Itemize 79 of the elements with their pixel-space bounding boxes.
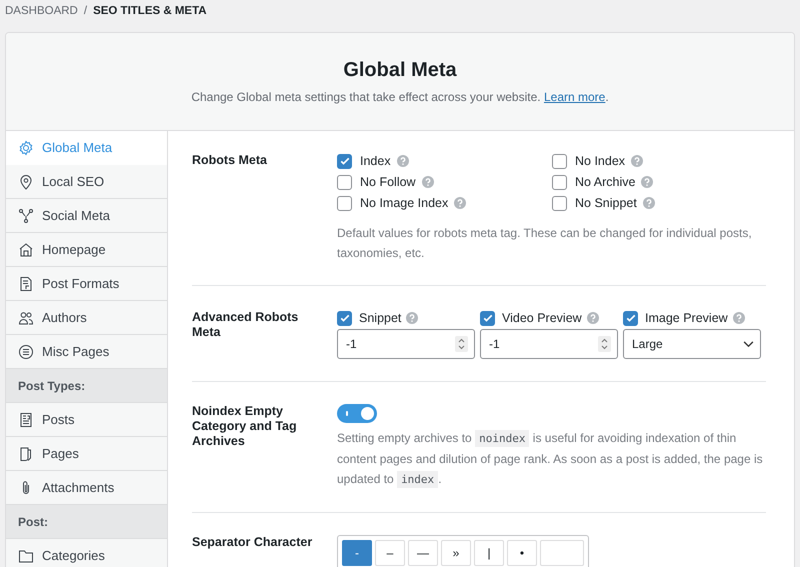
map-pin-icon <box>18 174 34 190</box>
sidebar-item[interactable]: Local SEO <box>6 165 167 199</box>
house-icon <box>18 242 34 258</box>
separator-option[interactable]: • <box>507 540 537 566</box>
chevron-down-icon <box>743 340 754 348</box>
sidebar-item[interactable]: Social Meta <box>6 199 167 233</box>
sidebar-item[interactable]: Pages <box>6 437 167 471</box>
setting-label: Advanced Robots Meta <box>192 310 300 341</box>
sidebar-item[interactable]: Posts <box>6 403 167 437</box>
help-icon[interactable] <box>631 155 644 167</box>
document-icon <box>18 276 34 292</box>
gear-icon <box>18 140 34 156</box>
checkmark-icon <box>624 312 636 324</box>
sidebar-item[interactable]: Attachments <box>6 471 167 505</box>
checkbox[interactable] <box>623 310 638 326</box>
checkbox[interactable] <box>337 154 352 168</box>
checkbox[interactable] <box>552 196 567 210</box>
toggle-switch[interactable] <box>337 404 377 423</box>
help-icon[interactable] <box>642 197 655 209</box>
checkbox-label[interactable]: Image Preview <box>645 311 728 325</box>
separator-option[interactable]: - <box>342 540 372 566</box>
separator-option[interactable]: — <box>408 540 438 566</box>
checkbox-label[interactable]: Video Preview <box>502 311 582 325</box>
checkbox[interactable] <box>480 310 495 326</box>
checkmark-icon <box>482 312 494 324</box>
checkbox-label[interactable]: No Archive <box>575 175 636 189</box>
checkbox-label[interactable]: No Snippet <box>575 196 637 210</box>
newspaper-icon <box>18 412 34 428</box>
checkbox[interactable] <box>337 174 352 190</box>
checkmark-icon <box>338 155 350 167</box>
help-icon[interactable] <box>586 312 599 324</box>
sidebar-item[interactable]: Authors <box>6 301 167 335</box>
custom-separator-field[interactable] <box>540 540 584 566</box>
setting-label: Noindex Empty Category and Tag Archives <box>192 404 298 450</box>
sidebar-item[interactable]: Post Formats <box>6 267 167 301</box>
help-icon[interactable] <box>406 312 418 324</box>
help-icon[interactable] <box>641 176 654 188</box>
checkbox[interactable] <box>337 310 352 326</box>
help-icon[interactable] <box>422 176 434 188</box>
separator-option[interactable]: – <box>375 540 405 566</box>
checkbox[interactable] <box>337 196 352 210</box>
page-title: Global Meta <box>343 59 457 82</box>
sidebar-item[interactable]: Misc Pages <box>6 335 167 369</box>
list-icon <box>18 344 34 360</box>
learn-more-link[interactable]: Learn more <box>544 90 606 104</box>
sidebar-item[interactable]: Homepage <box>6 233 167 267</box>
setting-label: Robots Meta <box>192 153 268 169</box>
number-input[interactable]: -1 <box>337 329 475 359</box>
checkbox[interactable] <box>552 174 567 190</box>
page-description: Change Global meta settings that take effect across your website. Learn more. <box>191 90 609 104</box>
checkbox-label[interactable]: No Follow <box>360 175 416 189</box>
page-icon <box>18 446 34 462</box>
breadcrumb-current: SEO TITLES & META <box>93 5 207 17</box>
help-icon[interactable] <box>396 155 409 167</box>
network-icon <box>18 208 34 224</box>
select-dropdown[interactable]: Large <box>623 329 761 359</box>
checkbox-label[interactable]: Snippet <box>359 311 402 325</box>
checkmark-icon <box>338 312 350 324</box>
checkbox-label[interactable]: Index <box>360 154 391 168</box>
help-icon[interactable] <box>454 197 466 209</box>
help-text: Default values for robots meta tag. These can be changed for individual posts, taxonomies, etc. <box>337 225 753 262</box>
checkbox-label[interactable]: No Image Index <box>360 196 448 210</box>
spinner-icon[interactable] <box>455 336 468 352</box>
number-input[interactable]: -1 <box>480 329 618 359</box>
breadcrumb-separator: / <box>84 5 88 17</box>
sidebar-heading: Post: <box>6 505 167 539</box>
separator-option[interactable]: » <box>441 540 471 566</box>
checkbox[interactable] <box>552 154 567 168</box>
help-icon[interactable] <box>732 312 745 324</box>
sidebar-item[interactable]: Categories <box>6 539 167 567</box>
breadcrumb-link[interactable]: DASHBOARD <box>5 5 78 17</box>
checkbox-label[interactable]: No Index <box>575 154 626 168</box>
separator-option[interactable]: | <box>474 540 504 566</box>
sidebar-heading: Post Types: <box>6 369 167 403</box>
folder-icon <box>18 548 34 564</box>
setting-label: Separator Character <box>192 535 314 551</box>
people-icon <box>18 310 34 326</box>
spinner-icon[interactable] <box>598 336 611 352</box>
help-text: Setting empty archives to noindex is useful for avoiding indexation of thin content pages and dilution of page rank. As soon as a post is added, the page is updated to index . <box>337 429 764 490</box>
